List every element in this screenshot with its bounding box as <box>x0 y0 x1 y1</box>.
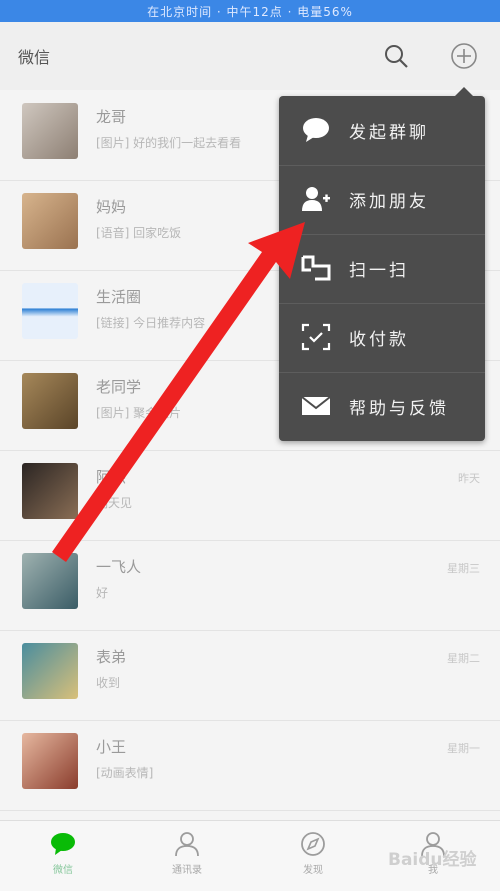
popup-menu: 发起群聊 添加朋友 扫一扫 收付款 帮助与反馈 <box>279 87 485 441</box>
chat-preview: 明天见 <box>96 496 133 510</box>
chat-time: 星期一 <box>447 742 480 755</box>
chat-preview: [语音] 回家吃饭 <box>96 226 182 240</box>
chat-tab-icon <box>51 833 75 855</box>
chat-name: 一飞人 <box>96 558 142 576</box>
menu-item-payment[interactable]: 收付款 <box>279 303 485 373</box>
avatar <box>22 373 78 429</box>
tab-discover[interactable]: 发现 <box>278 831 348 876</box>
tab-chats[interactable]: 微信 <box>28 831 98 876</box>
chat-preview: [链接] 今日推荐内容 <box>96 316 206 330</box>
tab-label: 发现 <box>303 865 323 876</box>
tab-label: 通讯录 <box>172 865 202 876</box>
avatar <box>22 553 78 609</box>
menu-item-help[interactable]: 帮助与反馈 <box>279 372 485 441</box>
add-friend-icon <box>302 187 330 211</box>
menu-item-label: 添加朋友 <box>349 192 429 212</box>
avatar <box>22 103 78 159</box>
avatar <box>22 643 78 699</box>
chat-name: 阿杰 <box>96 468 127 486</box>
chat-preview: 收到 <box>96 676 121 690</box>
menu-item-add-friend[interactable]: 添加朋友 <box>279 165 485 235</box>
chat-preview: [动画表情] <box>96 766 154 780</box>
chat-time: 昨天 <box>458 472 480 485</box>
tab-contacts[interactable]: 通讯录 <box>152 831 222 876</box>
avatar <box>22 733 78 789</box>
menu-item-label: 发起群聊 <box>349 123 429 143</box>
top-bar: 微信 <box>0 22 500 91</box>
page-title: 微信 <box>18 48 51 67</box>
avatar <box>22 283 78 339</box>
payment-scan-icon <box>301 323 331 351</box>
chat-preview: [图片] 聚会照片 <box>96 406 182 420</box>
chat-item[interactable]: 表弟 收到 星期二 <box>0 630 500 721</box>
discover-tab-icon <box>301 832 325 856</box>
chat-name: 表弟 <box>96 648 127 666</box>
plus-circle-icon[interactable] <box>450 42 478 70</box>
chat-preview: 好 <box>96 586 109 600</box>
chat-time: 星期三 <box>447 562 480 575</box>
search-icon[interactable] <box>382 42 410 70</box>
scan-icon <box>301 255 331 281</box>
menu-caret <box>455 87 473 96</box>
chat-name: 龙哥 <box>96 108 127 126</box>
envelope-icon <box>301 396 331 415</box>
chat-name: 生活圈 <box>96 288 142 306</box>
contacts-tab-icon <box>175 832 199 857</box>
chat-preview: [图片] 好的我们一起去看看 <box>96 136 242 150</box>
menu-item-scan[interactable]: 扫一扫 <box>279 234 485 304</box>
avatar <box>22 463 78 519</box>
menu-item-label: 帮助与反馈 <box>349 399 449 419</box>
chat-item[interactable]: 阿杰 明天见 昨天 <box>0 450 500 541</box>
menu-item-group-chat[interactable]: 发起群聊 <box>279 96 485 166</box>
chat-name: 老同学 <box>96 378 142 396</box>
chat-bubble-icon <box>303 118 329 142</box>
chat-name: 小王 <box>96 738 127 756</box>
chat-item[interactable]: 小王 [动画表情] 星期一 <box>0 720 500 811</box>
status-text: 在北京时间 · 中午12点 · 电量56% <box>147 4 353 19</box>
tab-label: 微信 <box>53 865 73 876</box>
menu-item-label: 扫一扫 <box>349 261 409 281</box>
watermark: Baidu经验 <box>388 850 477 870</box>
status-bar: 在北京时间 · 中午12点 · 电量56% <box>0 0 500 22</box>
chat-name: 妈妈 <box>96 198 127 216</box>
chat-item[interactable]: 一飞人 好 星期三 <box>0 540 500 631</box>
menu-item-label: 收付款 <box>349 330 409 350</box>
chat-time: 星期二 <box>447 652 480 665</box>
avatar <box>22 193 78 249</box>
